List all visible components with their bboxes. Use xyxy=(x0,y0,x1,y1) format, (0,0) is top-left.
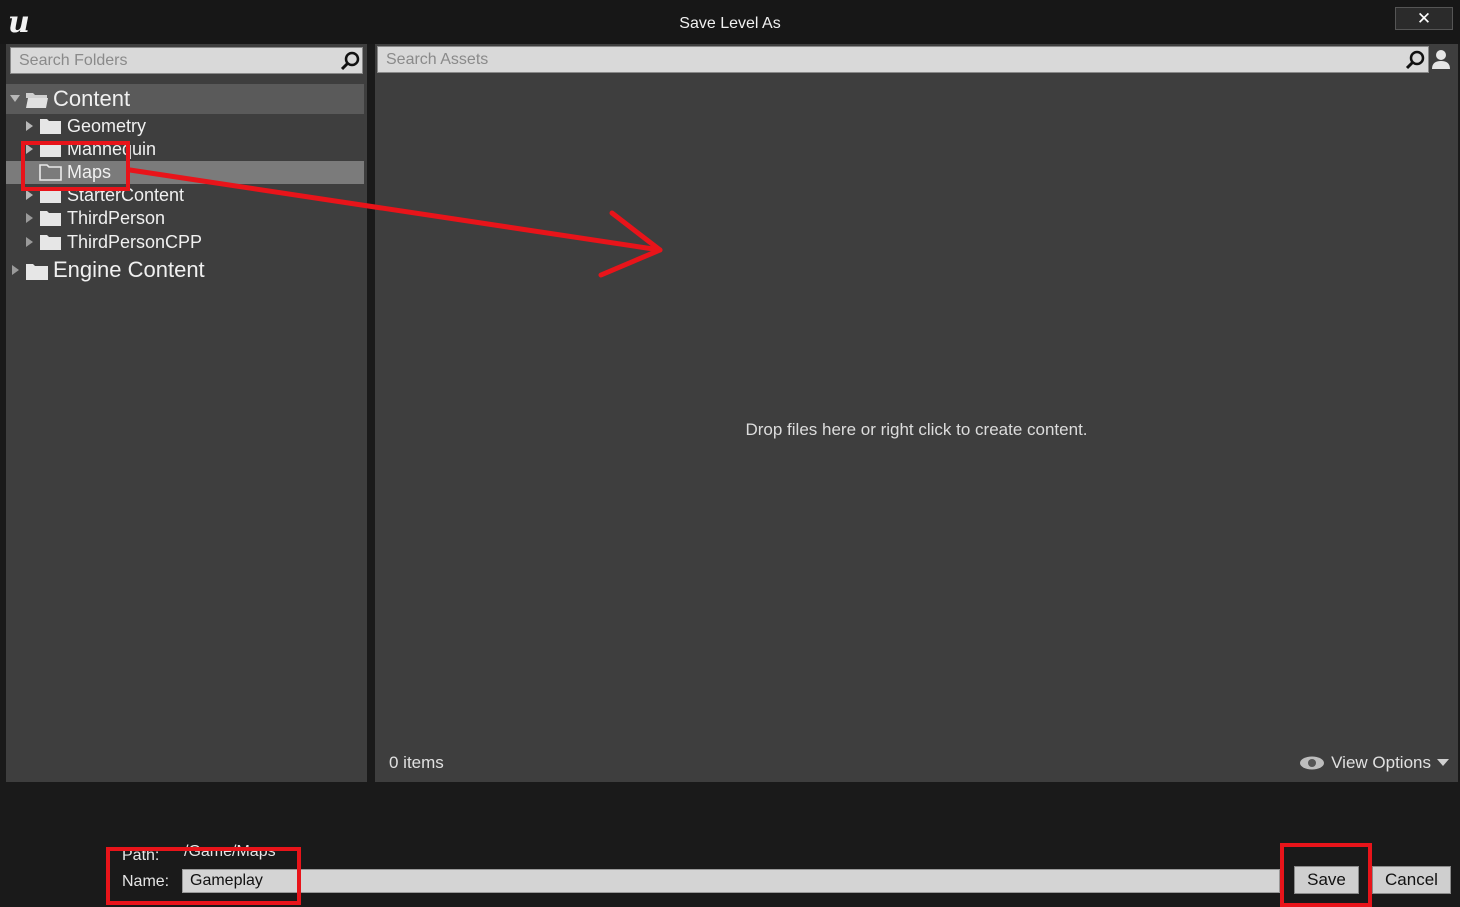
chevron-down-icon[interactable] xyxy=(10,95,20,102)
eye-icon xyxy=(1300,756,1325,770)
view-options-label: View Options xyxy=(1331,753,1431,772)
chevron-right-icon[interactable] xyxy=(26,213,33,223)
name-field[interactable] xyxy=(182,869,1280,893)
name-input[interactable] xyxy=(183,870,1279,892)
search-assets-field[interactable] xyxy=(377,46,1429,73)
folder-icon xyxy=(26,264,48,280)
search-folders-field[interactable] xyxy=(10,47,363,74)
empty-content-message: Drop files here or right click to create… xyxy=(745,420,1088,439)
search-icon[interactable] xyxy=(340,51,360,71)
folder-icon xyxy=(40,211,61,226)
chevron-right-icon[interactable] xyxy=(26,121,33,131)
chevron-down-icon xyxy=(1437,759,1449,766)
search-assets-input[interactable] xyxy=(378,47,1428,72)
search-folders-input[interactable] xyxy=(11,48,362,73)
annotation-box-name xyxy=(106,847,301,905)
tree-item-geometry[interactable]: Geometry xyxy=(6,115,364,138)
annotation-box-maps xyxy=(21,141,130,191)
cancel-button[interactable]: Cancel xyxy=(1372,866,1451,894)
tree-item-label: Content xyxy=(53,86,131,111)
asset-panel[interactable]: Drop files here or right click to create… xyxy=(375,44,1458,782)
chevron-right-icon[interactable] xyxy=(26,190,33,200)
chevron-right-icon[interactable] xyxy=(12,265,19,275)
tree-item-label: ThirdPersonCPP xyxy=(67,232,203,252)
close-button[interactable]: ✕ xyxy=(1395,7,1453,30)
tree-item-thirdpersoncpp[interactable]: ThirdPersonCPP xyxy=(6,231,364,254)
folder-icon xyxy=(40,235,61,250)
tree-item-thirdperson[interactable]: ThirdPerson xyxy=(6,207,364,230)
title-bar: u Save Level As ✕ xyxy=(0,0,1460,44)
tree-item-label: Geometry xyxy=(67,116,147,136)
view-options-button[interactable]: View Options xyxy=(1299,753,1449,773)
tree-item-content[interactable]: Content xyxy=(6,84,364,114)
folder-icon xyxy=(40,119,61,134)
tree-item-label: ThirdPerson xyxy=(67,208,166,228)
chevron-right-icon[interactable] xyxy=(26,237,33,247)
folder-open-icon xyxy=(26,93,48,108)
user-icon[interactable] xyxy=(1430,48,1452,70)
annotation-box-save xyxy=(1280,843,1372,907)
tree-item-label: Engine Content xyxy=(53,257,205,282)
window-title: Save Level As xyxy=(679,15,781,32)
tree-item-engine-content[interactable]: Engine Content xyxy=(6,256,364,288)
item-count: 0 items xyxy=(389,753,444,772)
search-icon[interactable] xyxy=(1405,50,1425,70)
